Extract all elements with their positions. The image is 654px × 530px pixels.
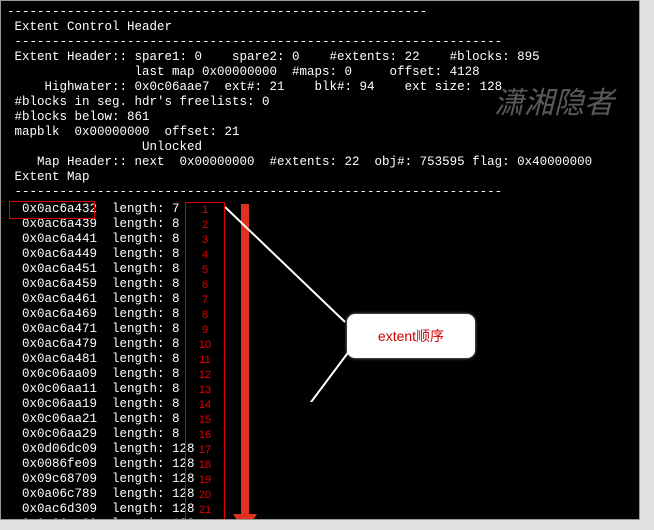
- extent-row: 0x0ac6a459 length: 8: [7, 277, 633, 292]
- extent-row: 0x0c06aa21 length: 8: [7, 412, 633, 427]
- extent-order-column: 12345678910111213141516171819202122: [185, 202, 225, 520]
- extent-row: 0x0c06aa89 length: 128: [7, 517, 633, 520]
- extent-row: 0x0c06aa29 length: 8: [7, 427, 633, 442]
- extent-order-number: 20: [186, 488, 224, 503]
- header-line-4: #blocks in seg. hdr's freelists: 0: [7, 95, 633, 110]
- extent-order-number: 22: [186, 518, 224, 520]
- extent-row: 0x0ac6a471 length: 8: [7, 322, 633, 337]
- extent-sep: ----------------------------------------…: [7, 185, 633, 200]
- terminal-window: ----------------------------------------…: [0, 0, 640, 520]
- extent-row: 0x09c68709 length: 128: [7, 472, 633, 487]
- header-line-5: #blocks below: 861: [7, 110, 633, 125]
- extent-order-number: 10: [186, 338, 224, 353]
- extent-order-number: 1: [186, 203, 224, 218]
- extent-map: 12345678910111213141516171819202122 exte…: [7, 202, 633, 520]
- extent-row: 0x0d06dc09 length: 128: [7, 442, 633, 457]
- extent-row: 0x0ac6a451 length: 8: [7, 262, 633, 277]
- extent-row: 0x0c06aa19 length: 8: [7, 397, 633, 412]
- extent-order-number: 17: [186, 443, 224, 458]
- extent-order-number: 14: [186, 398, 224, 413]
- extent-row: 0x0ac6d309 length: 128: [7, 502, 633, 517]
- extent-row: 0x0ac6a441 length: 8: [7, 232, 633, 247]
- extent-row: 0x0ac6a469 length: 8: [7, 307, 633, 322]
- extent-row: 0x0086fe09 length: 128: [7, 457, 633, 472]
- header-line-8: Map Header:: next 0x00000000 #extents: 2…: [7, 155, 633, 170]
- extent-order-number: 11: [186, 353, 224, 368]
- extent-order-number: 3: [186, 233, 224, 248]
- extent-row: 0x0c06aa09 length: 8: [7, 367, 633, 382]
- header-line-1: Extent Header:: spare1: 0 spare2: 0 #ext…: [7, 50, 633, 65]
- extent-order-number: 9: [186, 323, 224, 338]
- header-line-6: mapblk 0x00000000 offset: 21: [7, 125, 633, 140]
- extent-order-number: 2: [186, 218, 224, 233]
- extent-order-number: 5: [186, 263, 224, 278]
- extent-row: 0x0a06c789 length: 128: [7, 487, 633, 502]
- extent-row: 0x0ac6a439 length: 8: [7, 217, 633, 232]
- extent-row: 0x0ac6a449 length: 8: [7, 247, 633, 262]
- extent-order-number: 19: [186, 473, 224, 488]
- extent-row: 0x0ac6a461 length: 8: [7, 292, 633, 307]
- extent-row: 0x0ac6a479 length: 8: [7, 337, 633, 352]
- extent-order-number: 7: [186, 293, 224, 308]
- extent-map-label: Extent Map: [7, 170, 633, 185]
- callout-label: extent顺序: [378, 329, 444, 344]
- header-line-3: Highwater:: 0x0c06aae7 ext#: 21 blk#: 94…: [7, 80, 633, 95]
- sep-top: ----------------------------------------…: [7, 5, 633, 20]
- extent-order-number: 8: [186, 308, 224, 323]
- header-line-7: Unlocked: [7, 140, 633, 155]
- extent-order-number: 16: [186, 428, 224, 443]
- extent-order-number: 13: [186, 383, 224, 398]
- extent-order-number: 6: [186, 278, 224, 293]
- extent-order-number: 15: [186, 413, 224, 428]
- extent-row: 0x0ac6a481 length: 8: [7, 352, 633, 367]
- extent-order-number: 4: [186, 248, 224, 263]
- extent-row: 0x0c06aa11 length: 8: [7, 382, 633, 397]
- section-header: Extent Control Header: [7, 20, 633, 35]
- extent-row: 0x0ac6a432 length: 7: [7, 202, 633, 217]
- extent-order-number: 18: [186, 458, 224, 473]
- callout-box: extent顺序: [347, 314, 475, 358]
- header-line-2: last map 0x00000000 #maps: 0 offset: 412…: [7, 65, 633, 80]
- sep-2: ----------------------------------------…: [7, 35, 633, 50]
- extent-order-number: 12: [186, 368, 224, 383]
- extent-order-number: 21: [186, 503, 224, 518]
